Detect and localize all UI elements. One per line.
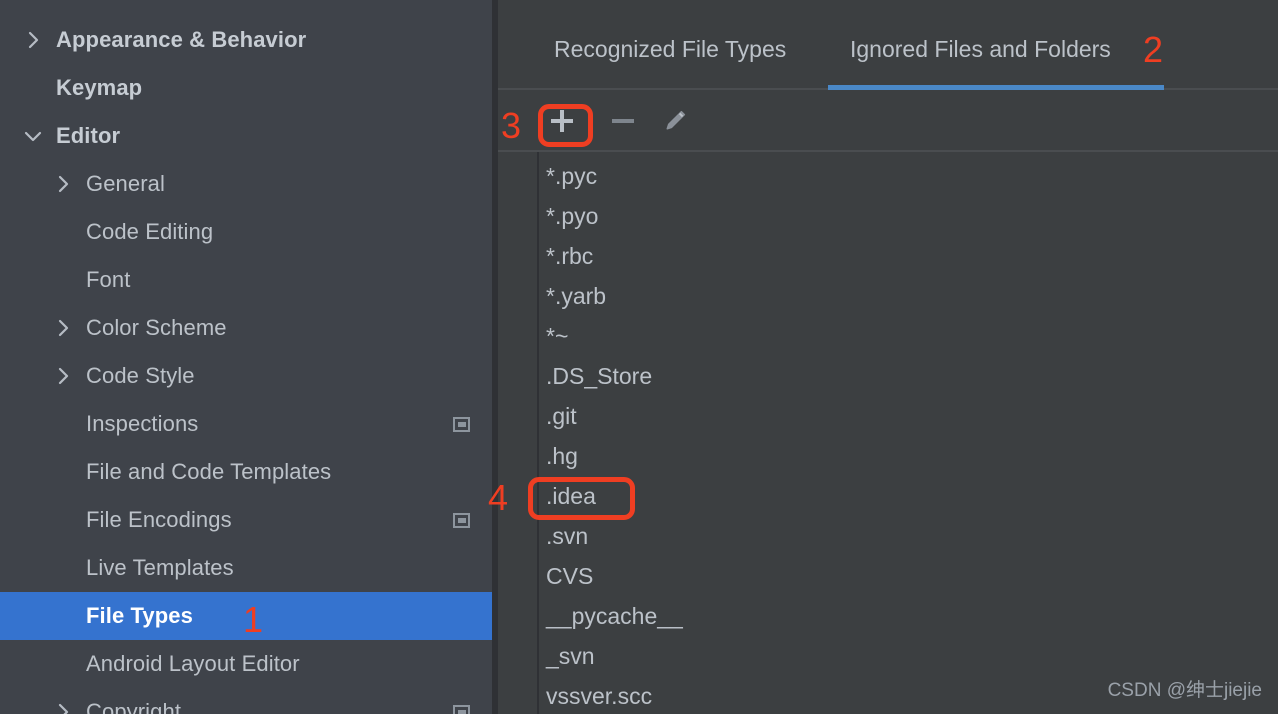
chevron-right-icon[interactable] bbox=[52, 317, 74, 339]
annotation-number-1: 1 bbox=[243, 599, 264, 640]
list-item[interactable]: *.yarb bbox=[546, 276, 606, 316]
list-item[interactable]: vssver.scc bbox=[546, 676, 652, 714]
edit-button[interactable] bbox=[658, 104, 692, 138]
sidebar-item-label: Editor bbox=[56, 123, 121, 148]
list-item[interactable]: __pycache__ bbox=[546, 596, 683, 636]
sidebar-item-label: Inspections bbox=[86, 411, 199, 436]
chevron-right-icon[interactable] bbox=[52, 173, 74, 195]
project-scope-icon bbox=[453, 512, 470, 528]
list-item[interactable]: .git bbox=[546, 396, 577, 436]
tab-ignored-files-and-folders[interactable]: Ignored Files and Folders bbox=[850, 36, 1111, 63]
chevron-down-icon[interactable] bbox=[22, 125, 44, 147]
list-item-label: *.pyo bbox=[546, 202, 599, 229]
list-left-border bbox=[537, 152, 539, 714]
list-item-label: *.rbc bbox=[546, 242, 594, 269]
sidebar-item-keymap[interactable]: Keymap bbox=[0, 64, 492, 112]
sidebar-item-editor[interactable]: Editor bbox=[0, 112, 492, 160]
sidebar-item-label: Color Scheme bbox=[86, 315, 227, 340]
list-item-label: .hg bbox=[546, 442, 578, 469]
sidebar-item-code-style[interactable]: Code Style bbox=[0, 352, 492, 400]
list-item-label: .idea bbox=[546, 482, 596, 509]
add-button[interactable] bbox=[545, 104, 579, 138]
sidebar-item-label: Appearance & Behavior bbox=[56, 27, 307, 52]
minus-icon bbox=[612, 119, 634, 123]
ignored-files-list[interactable]: *.pyc *.pyo *.rbc *.yarb *~ .DS_Store .git .hg.… bbox=[498, 152, 1278, 714]
sidebar-item-label: File and Code Templates bbox=[86, 459, 332, 484]
list-item[interactable]: .hg bbox=[546, 436, 578, 476]
list-item[interactable]: *.pyo bbox=[546, 196, 598, 236]
list-item[interactable]: .svn bbox=[546, 516, 588, 556]
sidebar-item-label: Copyright bbox=[86, 699, 182, 714]
annotation-number-2: 2 bbox=[1143, 29, 1164, 70]
sidebar-item-label: Code Style bbox=[86, 363, 195, 388]
sidebar-item-android-layout-editor[interactable]: Android Layout Editor bbox=[0, 640, 492, 688]
list-item-label: .DS_Store bbox=[546, 362, 653, 389]
sidebar-item-label: File Types bbox=[86, 603, 193, 628]
sidebar-item-color-scheme[interactable]: Color Scheme bbox=[0, 304, 492, 352]
list-item[interactable]: .DS_Store bbox=[546, 356, 652, 396]
watermark: CSDN @绅士jiejie bbox=[1107, 680, 1262, 701]
sidebar-item-label: General bbox=[86, 171, 165, 196]
plus-icon bbox=[551, 110, 573, 132]
list-item[interactable]: *.pyc bbox=[546, 156, 597, 196]
list-item-label: *.pyc bbox=[546, 162, 598, 189]
sidebar-item-label: Live Templates bbox=[86, 555, 234, 580]
list-item-label: *~ bbox=[546, 322, 569, 349]
list-item-label: vssver.scc bbox=[546, 682, 653, 709]
project-scope-icon bbox=[453, 416, 470, 432]
sidebar-item-file-encodings[interactable]: File Encodings bbox=[0, 496, 492, 544]
sidebar-item-copyright[interactable]: Copyright bbox=[0, 688, 492, 714]
chevron-right-icon[interactable] bbox=[22, 29, 44, 51]
chevron-right-icon[interactable] bbox=[52, 701, 74, 714]
remove-button[interactable] bbox=[606, 104, 640, 138]
sidebar-item-label: Code Editing bbox=[86, 219, 214, 244]
tab-recognized-file-types[interactable]: Recognized File Types bbox=[554, 36, 786, 63]
list-item-label: .git bbox=[546, 402, 577, 429]
sidebar-item-live-templates[interactable]: Live Templates bbox=[0, 544, 492, 592]
list-item-label: CVS bbox=[546, 562, 594, 589]
list-toolbar bbox=[498, 90, 1278, 152]
sidebar-item-font[interactable]: Font bbox=[0, 256, 492, 304]
sidebar-item-file-and-code-templates[interactable]: File and Code Templates bbox=[0, 448, 492, 496]
sidebar-item-label: Keymap bbox=[56, 75, 143, 100]
list-item[interactable]: _svn bbox=[546, 636, 595, 676]
sidebar-item-general[interactable]: General bbox=[0, 160, 492, 208]
pencil-icon bbox=[666, 110, 686, 130]
file-types-panel: Recognized File Types Ignored Files and … bbox=[498, 0, 1278, 714]
sidebar-item-inspections[interactable]: Inspections bbox=[0, 400, 492, 448]
sidebar-item-code-editing[interactable]: Code Editing bbox=[0, 208, 492, 256]
settings-dialog: Appearance & Behavior Keymap Editor General… bbox=[0, 0, 1278, 714]
list-item[interactable]: CVS bbox=[546, 556, 593, 596]
sidebar-item-appearance-behavior[interactable]: Appearance & Behavior bbox=[0, 16, 492, 64]
sidebar-item-label: Font bbox=[86, 267, 131, 292]
list-item[interactable]: *~ bbox=[546, 316, 568, 356]
list-item[interactable]: .idea bbox=[546, 476, 596, 516]
list-item-label: *.yarb bbox=[546, 282, 607, 309]
sidebar-item-label: File Encodings bbox=[86, 507, 232, 532]
sidebar-item-label: Android Layout Editor bbox=[86, 651, 300, 676]
chevron-right-icon[interactable] bbox=[52, 365, 74, 387]
annotation-number-3: 3 bbox=[501, 105, 522, 146]
annotation-number-4: 4 bbox=[488, 477, 509, 518]
list-item-label: __pycache__ bbox=[546, 602, 683, 629]
list-item[interactable]: *.rbc bbox=[546, 236, 593, 276]
project-scope-icon bbox=[453, 704, 470, 714]
list-item-label: .svn bbox=[546, 522, 589, 549]
list-item-label: _svn bbox=[546, 642, 595, 669]
